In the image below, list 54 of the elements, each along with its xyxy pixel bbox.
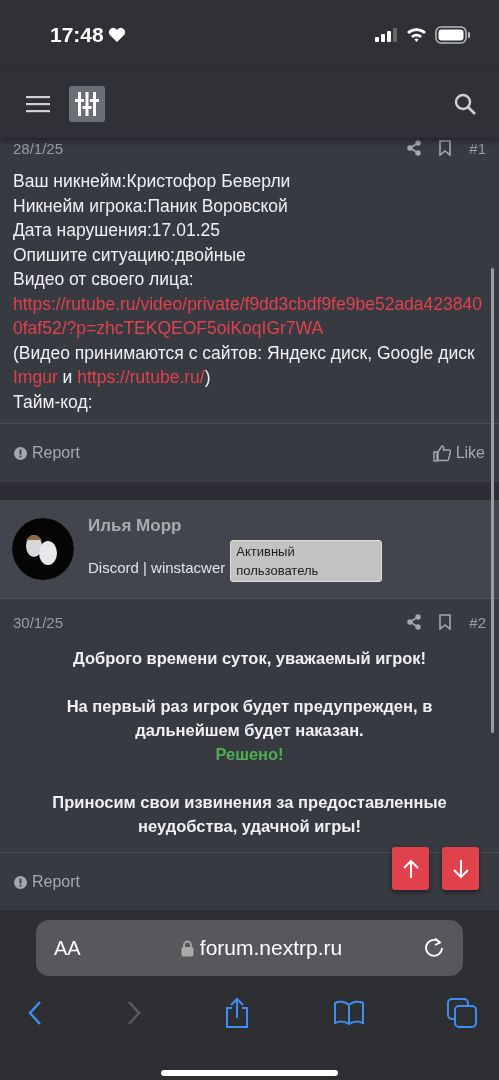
post-text: На первый раз игрок будет предупрежден, в дальнейшем будет наказан. bbox=[65, 696, 434, 741]
filter-button[interactable] bbox=[69, 86, 105, 122]
link[interactable]: https://rutube.ru/ bbox=[77, 367, 205, 387]
post-number[interactable]: #2 bbox=[469, 613, 486, 631]
post-date: 30/1/25 bbox=[13, 613, 64, 631]
bookmarks-icon[interactable] bbox=[332, 1000, 365, 1026]
wifi-icon bbox=[406, 27, 427, 43]
report-button[interactable]: Report bbox=[14, 873, 81, 891]
signal-icon bbox=[374, 27, 398, 43]
address-bar[interactable]: AA forum.nextrp.ru bbox=[36, 920, 463, 976]
like-button[interactable]: Like bbox=[432, 444, 485, 462]
post-text: Никнейм игрока:Паник Воровской bbox=[13, 194, 289, 218]
share-icon[interactable] bbox=[224, 997, 250, 1029]
post-text: Ваш никнейм:Кристофор Беверли bbox=[13, 170, 292, 193]
scroll-up-button[interactable] bbox=[392, 847, 429, 890]
link[interactable]: Imgur bbox=[13, 367, 58, 387]
post-text: Доброго времени суток, уважаемый игрок! bbox=[71, 648, 428, 669]
share-icon[interactable] bbox=[407, 614, 422, 630]
link[interactable]: https://rutube.ru/video/private/f9dd3cbdf9fe9be52ada4238400faf52/?p=zhcTEKQEOF5oiKoqIGr7WA bbox=[13, 291, 486, 341]
alert-icon bbox=[14, 875, 27, 889]
signature: Discord | winstacwer bbox=[88, 559, 226, 578]
back-icon[interactable] bbox=[27, 1000, 43, 1026]
bookmark-icon[interactable] bbox=[439, 614, 452, 630]
reload-icon[interactable] bbox=[423, 937, 445, 959]
status-text: Решено! bbox=[214, 744, 285, 765]
report-button[interactable]: Report bbox=[14, 444, 81, 462]
arrow-up-icon bbox=[401, 858, 420, 879]
post-date: 28/1/25 bbox=[13, 139, 64, 157]
url-text: forum.nextrp.ru bbox=[199, 936, 343, 960]
post-text: Дата нарушения:17.01.25 bbox=[13, 219, 221, 242]
menu-icon[interactable] bbox=[26, 95, 50, 113]
tabs-icon[interactable] bbox=[447, 998, 477, 1028]
thumbs-up-icon bbox=[432, 444, 451, 462]
bookmark-icon[interactable] bbox=[439, 140, 452, 156]
post-number[interactable]: #1 bbox=[469, 139, 486, 157]
search-icon[interactable] bbox=[453, 92, 477, 116]
alert-icon bbox=[14, 446, 27, 460]
avatar-icon bbox=[12, 518, 74, 580]
author-name[interactable]: Илья Морр bbox=[88, 516, 383, 536]
text-size-button[interactable]: AA bbox=[54, 936, 100, 960]
post-text: Тайм-код: bbox=[13, 390, 94, 414]
sliders-icon bbox=[73, 90, 101, 118]
clock-time: 17:48 bbox=[50, 23, 104, 47]
battery-icon bbox=[435, 26, 471, 44]
scroll-down-button[interactable] bbox=[442, 847, 479, 890]
user-badge: Активный пользователь bbox=[230, 540, 383, 582]
share-icon[interactable] bbox=[407, 140, 422, 156]
lock-icon bbox=[180, 939, 194, 957]
heart-icon bbox=[107, 27, 126, 43]
arrow-down-icon bbox=[451, 858, 470, 879]
post-text: Опишите ситуацию:двойные bbox=[13, 243, 247, 267]
post-text: Видео от своего лица: bbox=[13, 268, 195, 291]
post-text: Приносим свои извинения за предоставленные неудобства, удачной игры! bbox=[51, 792, 448, 837]
post-text: (Видео принимаются с сайтов: Яндекс диск, Google диск Imgur и https://rutube.ru/) bbox=[13, 341, 476, 389]
